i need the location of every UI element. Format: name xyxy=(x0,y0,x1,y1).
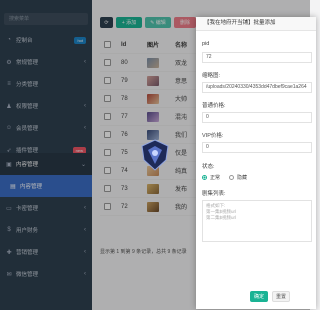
vip-price-label: VIP价格: xyxy=(202,133,224,139)
episodes-label: 剧集列表: xyxy=(202,191,226,197)
placeholder-line: 第二集$视频url xyxy=(206,215,237,220)
shield-logo-icon xyxy=(141,139,169,171)
price-label: 普通价格: xyxy=(202,103,226,109)
pid-label: pid xyxy=(202,41,210,47)
dialog-title: 【我在地府开当铺】批量添加 xyxy=(196,17,316,31)
batch-add-dialog: 【我在地府开当铺】批量添加 pid 72 缩略图: /uploads/20240… xyxy=(196,17,316,309)
thumbnail-label: 缩略图: xyxy=(202,73,221,79)
pid-input[interactable]: 72 xyxy=(202,52,312,63)
status-normal-label: 正常 xyxy=(210,175,221,181)
episodes-textarea[interactable]: 格式如下: 第一集$视频url 第二集$视频url xyxy=(202,200,312,242)
status-label: 状态: xyxy=(202,164,215,170)
reset-button[interactable]: 重置 xyxy=(272,291,290,302)
status-hidden-label: 隐藏 xyxy=(237,175,248,181)
confirm-button[interactable]: 确定 xyxy=(250,291,268,302)
status-radio-group: 正常 隐藏 xyxy=(202,174,247,181)
thumbnail-input[interactable]: /uploads/20240330/4353dd47dbef9cae1a264 xyxy=(202,82,312,93)
vip-price-input[interactable]: 0 xyxy=(202,142,312,153)
status-normal-radio[interactable] xyxy=(202,175,207,180)
status-hidden-radio[interactable] xyxy=(229,175,235,180)
price-input[interactable]: 0 xyxy=(202,112,312,123)
